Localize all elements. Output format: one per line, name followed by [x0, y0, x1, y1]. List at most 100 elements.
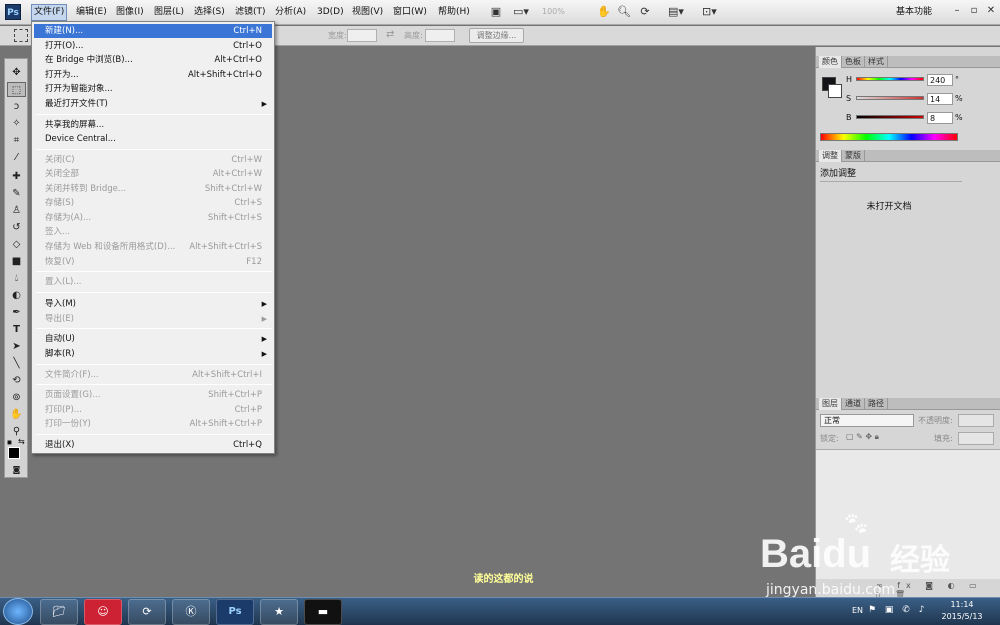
3d-rotate-icon[interactable]: ⟲ — [7, 373, 26, 388]
tab-masks[interactable]: 蒙版 — [842, 150, 865, 162]
width-input[interactable] — [347, 29, 377, 42]
tray-icons[interactable]: ⚑ ▣ ✆ ♪ — [868, 605, 927, 615]
clone-stamp-icon[interactable]: ♙ — [7, 203, 26, 218]
view-extras-icon[interactable]: ▭▾ — [513, 5, 529, 19]
k-app-taskbar-icon[interactable]: Ⓚ — [172, 599, 210, 625]
brightness-slider[interactable] — [856, 115, 924, 119]
lasso-tool-icon[interactable]: ↄ — [7, 99, 26, 114]
menu-item-scripts[interactable]: 脚本(R) ▶ — [34, 347, 272, 361]
refine-edge-button[interactable]: 调整边缘... — [469, 28, 524, 43]
menu-separator — [36, 328, 272, 329]
history-brush-icon[interactable]: ↺ — [7, 220, 26, 235]
brightness-input[interactable]: 8 — [927, 112, 953, 124]
move-tool-icon[interactable]: ✥ — [7, 65, 26, 80]
close-icon[interactable]: ✕ — [984, 4, 998, 18]
menu-edit[interactable]: 编辑(E) — [74, 4, 109, 21]
magic-wand-icon[interactable]: ✧ — [7, 116, 26, 131]
minimize-icon[interactable]: – — [950, 4, 964, 18]
menu-item-open-as[interactable]: 打开为... Alt+Shift+Ctrl+O — [34, 68, 272, 82]
opacity-input[interactable] — [958, 414, 994, 427]
eyedropper-icon[interactable]: ⁄ — [7, 150, 26, 165]
3d-orbit-icon[interactable]: ⊚ — [7, 390, 26, 405]
menu-image[interactable]: 图像(I) — [114, 4, 146, 21]
system-clock[interactable]: 11:14 2015/5/13 — [940, 599, 984, 625]
color-background-swatch[interactable] — [828, 84, 842, 98]
zoom-icon[interactable]: 🔍︎ — [617, 5, 631, 19]
menu-item-open-smart-object[interactable]: 打开为智能对象... — [34, 82, 272, 96]
tab-channels[interactable]: 通道 — [842, 398, 865, 410]
refresh-app-taskbar-icon[interactable]: ⟳ — [128, 599, 166, 625]
menu-layer[interactable]: 图层(L) — [152, 4, 186, 21]
menu-item-browse-bridge[interactable]: 在 Bridge 中浏览(B)... Alt+Ctrl+O — [34, 53, 272, 67]
marquee-tool-icon[interactable]: ⬚ — [7, 82, 26, 97]
menu-file[interactable]: 文件(F) — [31, 4, 68, 21]
dodge-tool-icon[interactable]: ◐ — [7, 288, 26, 303]
workspace-switcher[interactable]: 基本功能 — [896, 4, 932, 21]
menu-item-import[interactable]: 导入(M) ▶ — [34, 297, 272, 311]
eraser-icon[interactable]: ◇ — [7, 237, 26, 252]
cmd-taskbar-icon[interactable]: ▬ — [304, 599, 342, 625]
tab-color[interactable]: 颜色 — [819, 56, 842, 68]
language-indicator[interactable]: EN — [852, 606, 863, 615]
restore-icon[interactable]: ▫ — [967, 4, 981, 18]
tab-layers[interactable]: 图层 — [819, 398, 842, 410]
menu-item-device-central[interactable]: Device Central... — [34, 132, 272, 146]
swap-icon[interactable]: ⇄ — [386, 29, 394, 41]
menu-item-recent-files[interactable]: 最近打开文件(T) ▶ — [34, 97, 272, 111]
star-app-taskbar-icon[interactable]: ★ — [260, 599, 298, 625]
width-label: 宽度: — [328, 31, 347, 40]
screen-mode-icon[interactable]: ⊡▾ — [702, 5, 717, 19]
lock-icons[interactable]: ▢ ✎ ✥ 🔒︎ — [846, 432, 879, 442]
hand-icon[interactable]: ✋ — [597, 5, 611, 19]
explorer-taskbar-icon[interactable]: 📁︎ — [40, 599, 78, 625]
menu-analysis[interactable]: 分析(A) — [273, 4, 308, 21]
color-ramp[interactable] — [820, 133, 958, 141]
menu-filter[interactable]: 滤镜(T) — [233, 4, 268, 21]
saturation-input[interactable]: 14 — [927, 93, 953, 105]
healing-brush-icon[interactable]: ✚ — [7, 169, 26, 184]
menu-item-new[interactable]: 新建(N)... Ctrl+N — [34, 24, 272, 38]
marquee-tool-preset-icon[interactable] — [14, 29, 28, 42]
photoshop-logo-icon: Ps — [5, 4, 21, 20]
pen-tool-icon[interactable]: ✒ — [7, 305, 26, 320]
tab-adjustments[interactable]: 调整 — [819, 150, 842, 162]
arrange-documents-icon[interactable]: ▤▾ — [668, 5, 684, 19]
menu-item-exit[interactable]: 退出(X) Ctrl+Q — [34, 438, 272, 452]
tab-styles[interactable]: 样式 — [865, 56, 888, 68]
photoshop-taskbar-icon[interactable]: Ps — [216, 599, 254, 625]
foreground-color-swatch[interactable] — [8, 447, 20, 459]
quick-mask-icon[interactable]: ◙ — [7, 462, 26, 477]
blur-tool-icon[interactable]: 💧︎ — [7, 271, 26, 286]
adjustments-divider — [820, 181, 962, 182]
height-input[interactable] — [425, 29, 455, 42]
line-tool-icon[interactable]: ╲ — [7, 356, 26, 371]
zoom-level[interactable]: 100% — [542, 6, 586, 18]
tab-swatches[interactable]: 色板 — [842, 56, 865, 68]
windows-start-icon[interactable] — [3, 598, 33, 625]
hue-slider[interactable] — [856, 77, 924, 81]
menu-window[interactable]: 窗口(W) — [391, 4, 429, 21]
app-taskbar-icon[interactable]: ☺ — [84, 599, 122, 625]
menu-item-open[interactable]: 打开(O)... Ctrl+O — [34, 39, 272, 53]
menu-item-share-screen[interactable]: 共享我的屏幕... — [34, 118, 272, 132]
tab-paths[interactable]: 路径 — [865, 398, 888, 410]
gradient-tool-icon[interactable]: ■ — [7, 254, 26, 269]
menu-help[interactable]: 帮助(H) — [436, 4, 472, 21]
menu-view[interactable]: 视图(V) — [350, 4, 385, 21]
crop-tool-icon[interactable]: ⌗ — [7, 133, 26, 148]
bridge-icon[interactable]: ▣ — [489, 5, 503, 19]
blend-mode-select[interactable]: 正常 — [820, 414, 914, 427]
rotate-view-icon[interactable]: ⟳ — [638, 5, 652, 19]
hue-input[interactable]: 240 — [927, 74, 953, 86]
swap-colors-icon[interactable]: ⇆ — [18, 437, 25, 446]
type-tool-icon[interactable]: T — [7, 322, 26, 337]
menu-item-automate[interactable]: 自动(U) ▶ — [34, 332, 272, 346]
default-colors-icon[interactable]: ◼ — [7, 439, 15, 446]
fill-input[interactable] — [958, 432, 994, 445]
hand-tool-icon[interactable]: ✋ — [7, 407, 26, 422]
menu-select[interactable]: 选择(S) — [192, 4, 227, 21]
path-selection-icon[interactable]: ➤ — [7, 339, 26, 354]
brush-tool-icon[interactable]: ✎ — [7, 186, 26, 201]
menu-3d[interactable]: 3D(D) — [315, 4, 346, 21]
saturation-slider[interactable] — [856, 96, 924, 100]
